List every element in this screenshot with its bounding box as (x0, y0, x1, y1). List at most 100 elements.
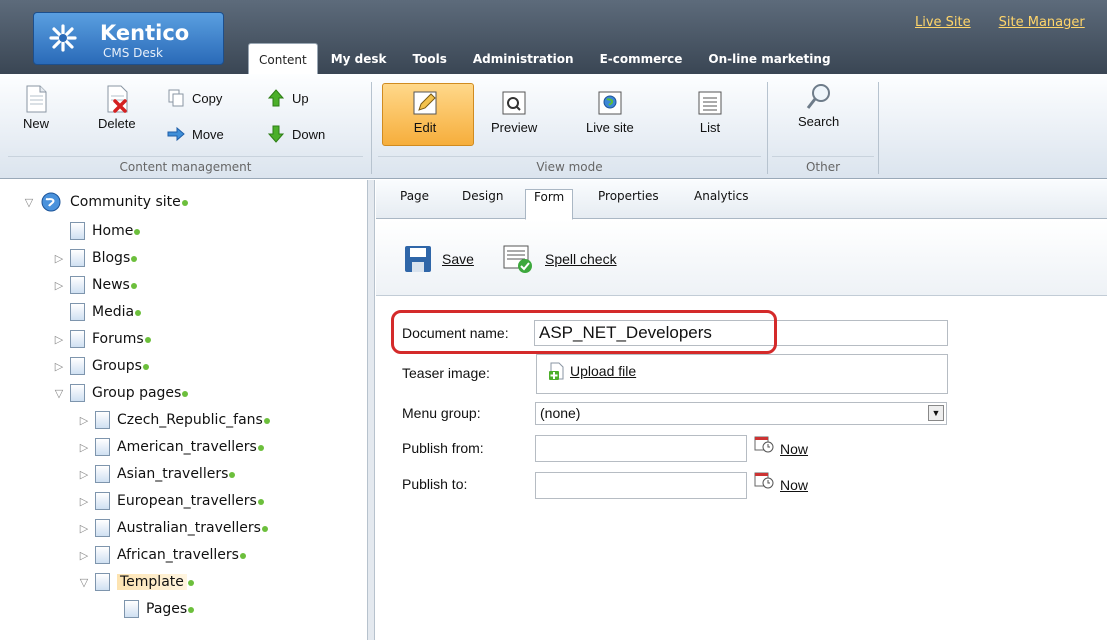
collapsed-arrow-icon[interactable]: ▷ (77, 468, 91, 481)
tree-node-group-pages[interactable]: ▽ Group pages (52, 382, 189, 404)
spell-check-icon (503, 245, 532, 273)
tab-e-commerce[interactable]: E-commerce (587, 43, 696, 74)
copy-label: Copy (192, 90, 223, 106)
tree-node-community-site[interactable]: ▽ Community site (22, 191, 188, 213)
tree-node-label: Australian_travellers (117, 520, 261, 536)
tree-node-czech-republic-fans[interactable]: ▷ Czech_Republic_fans (77, 409, 270, 431)
published-dot-icon (263, 417, 270, 424)
collapsed-arrow-icon[interactable]: ▷ (52, 279, 66, 292)
tree-node-label: Pages (146, 601, 188, 617)
up-label: Up (292, 90, 309, 106)
tab-design[interactable]: Design (454, 189, 511, 219)
copy-icon (168, 89, 184, 107)
move-button[interactable]: Move (167, 125, 224, 143)
upload-file-button[interactable]: Upload file (548, 362, 636, 380)
tab-analytics[interactable]: Analytics (686, 189, 757, 219)
tree-node-label: Home (92, 223, 134, 239)
spell-check-button[interactable]: Spell check (503, 244, 617, 274)
up-button[interactable]: Up (267, 89, 309, 107)
pane-splitter[interactable] (367, 180, 375, 640)
dropdown-arrow-icon[interactable]: ▼ (928, 405, 944, 421)
tab-my-desk[interactable]: My desk (318, 43, 400, 74)
kentico-logo[interactable]: Kentico CMS Desk (33, 12, 224, 65)
copy-button[interactable]: Copy (167, 89, 222, 107)
ribbon-toolbar: New Delete Copy Move Up Down Content man… (0, 74, 1107, 179)
collapsed-arrow-icon[interactable]: ▷ (52, 252, 66, 265)
tree-node-forums[interactable]: ▷ Forums (52, 328, 151, 350)
collapsed-arrow-icon[interactable]: ▷ (52, 333, 66, 346)
delete-label: Delete (98, 116, 136, 131)
collapsed-arrow-icon[interactable]: ▷ (77, 549, 91, 562)
expanded-arrow-icon[interactable]: ▽ (22, 196, 36, 209)
tab-tools[interactable]: Tools (400, 43, 460, 74)
delete-document-icon (107, 85, 128, 113)
arrow-up-icon (267, 89, 285, 107)
tree-node-european-travellers[interactable]: ▷ European_travellers (77, 490, 264, 512)
tab-form[interactable]: Form (525, 189, 574, 220)
menu-group-value: (none) (540, 405, 581, 421)
tree-node-label: Blogs (92, 250, 131, 266)
down-label: Down (292, 126, 326, 142)
move-icon (167, 126, 185, 142)
live-site-link[interactable]: Live Site (915, 15, 971, 30)
tree-node-news[interactable]: ▷ News (52, 274, 137, 296)
main-tabs: Content My desk Tools Administration E-c… (248, 43, 844, 74)
tree-node-blogs[interactable]: ▷ Blogs (52, 247, 138, 269)
search-button[interactable]: Search (798, 82, 839, 129)
upload-file-label: Upload file (570, 363, 637, 379)
tree-node-label: American_travellers (117, 439, 257, 455)
calendar-clock-icon[interactable] (754, 472, 774, 490)
tree-node-american-travellers[interactable]: ▷ American_travellers (77, 436, 264, 458)
publish-from-label: Publish from: (402, 440, 484, 456)
live-site-button[interactable]: Live site (586, 88, 634, 135)
page-icon (95, 438, 110, 456)
site-manager-link[interactable]: Site Manager (999, 15, 1085, 30)
search-label: Search (798, 114, 840, 129)
collapsed-arrow-icon[interactable]: ▷ (77, 441, 91, 454)
tab-page[interactable]: Page (392, 189, 437, 219)
published-dot-icon (144, 336, 151, 343)
tree-node-groups[interactable]: ▷ Groups (52, 355, 149, 377)
new-button[interactable]: New (22, 84, 50, 131)
collapsed-arrow-icon[interactable]: ▷ (52, 360, 66, 373)
tree-node-australian-travellers[interactable]: ▷ Australian_travellers (77, 517, 268, 539)
expanded-arrow-icon[interactable]: ▽ (77, 576, 91, 589)
tree-node-media[interactable]: Media (52, 301, 142, 323)
edit-button[interactable]: Edit (411, 88, 439, 135)
collapsed-arrow-icon[interactable]: ▷ (77, 495, 91, 508)
collapsed-arrow-icon[interactable]: ▷ (77, 414, 91, 427)
page-icon (70, 357, 85, 375)
publish-from-now-link[interactable]: Now (780, 441, 808, 457)
tree-node-african-travellers[interactable]: ▷ African_travellers (77, 544, 246, 566)
publish-to-now-link[interactable]: Now (780, 477, 808, 493)
list-button[interactable]: List (696, 88, 724, 135)
menu-group-select[interactable]: (none) ▼ (535, 402, 947, 425)
tree-node-template[interactable]: ▽ Template (77, 571, 194, 593)
other-label: Other (772, 156, 874, 174)
tree-node-pages[interactable]: Pages (106, 598, 195, 620)
tab-administration[interactable]: Administration (460, 43, 587, 74)
down-button[interactable]: Down (267, 125, 325, 143)
publish-to-input[interactable] (535, 472, 747, 499)
ribbon-divider (878, 82, 879, 174)
view-mode-label: View mode (378, 156, 761, 174)
tree-node-asian-travellers[interactable]: ▷ Asian_travellers (77, 463, 236, 485)
tab-content[interactable]: Content (248, 43, 318, 74)
preview-button[interactable]: Preview (491, 88, 537, 135)
tab-online-marketing[interactable]: On-line marketing (695, 43, 843, 74)
new-label: New (22, 116, 49, 131)
annotation-highlight (391, 310, 777, 354)
collapsed-arrow-icon[interactable]: ▷ (77, 522, 91, 535)
tab-properties[interactable]: Properties (590, 189, 667, 219)
live-site-globe-icon (598, 91, 622, 115)
tree-node-label: Community site (70, 194, 181, 210)
calendar-clock-icon[interactable] (754, 436, 774, 454)
upload-file-icon (549, 362, 564, 380)
page-icon (95, 519, 110, 537)
tree-node-home[interactable]: Home (52, 220, 141, 242)
expanded-arrow-icon[interactable]: ▽ (52, 387, 66, 400)
publish-from-input[interactable] (535, 435, 747, 462)
delete-button[interactable]: Delete (98, 84, 136, 131)
list-label: List (699, 120, 721, 135)
save-button[interactable]: Save (404, 244, 474, 274)
